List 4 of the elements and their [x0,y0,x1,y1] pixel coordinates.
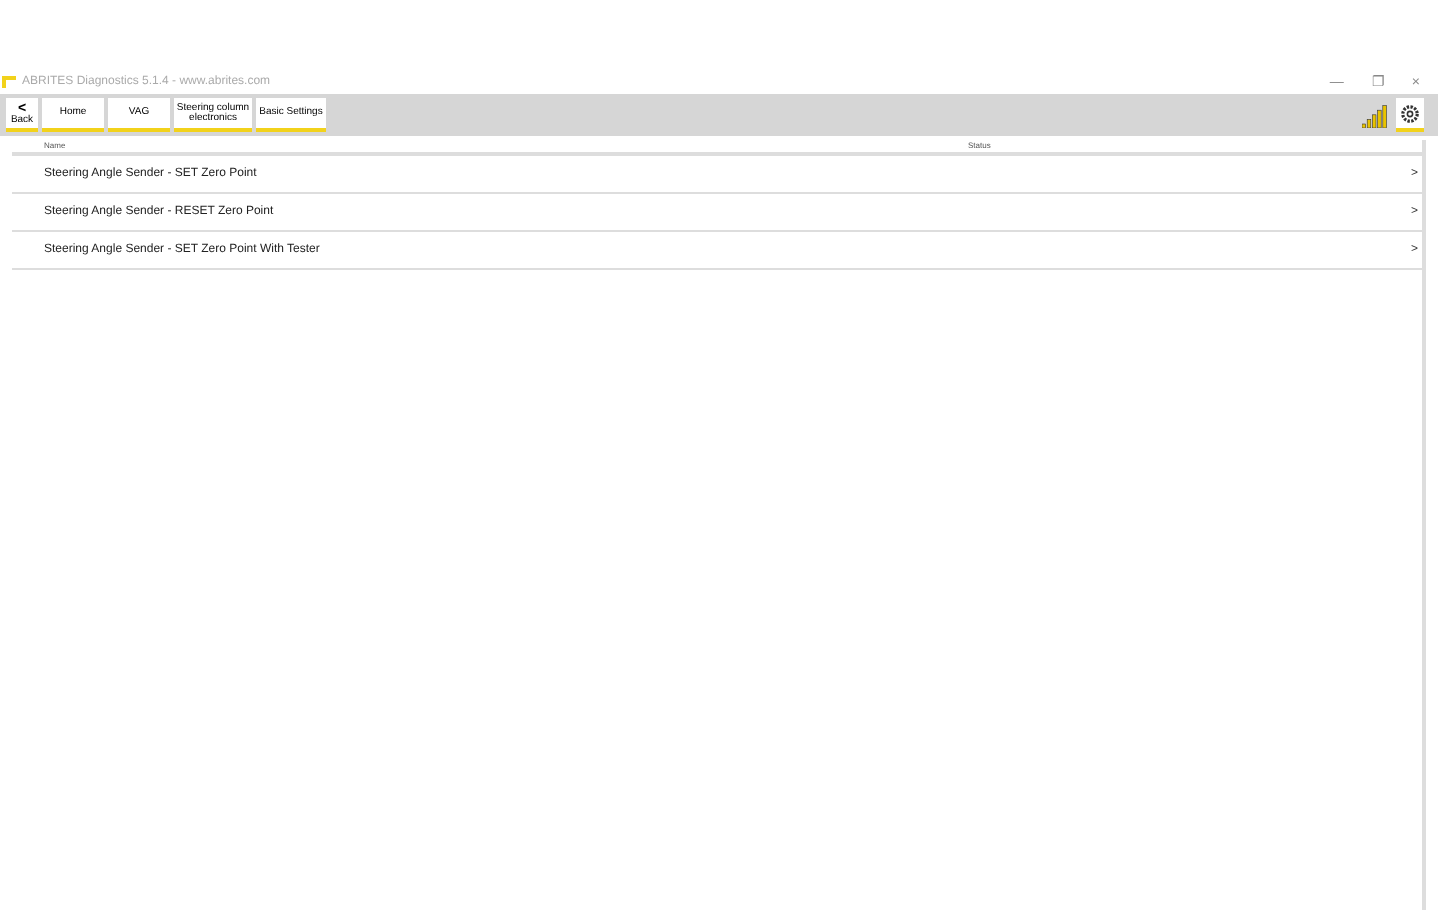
settings-icon [1400,103,1420,123]
settings-button[interactable] [1396,98,1424,132]
signal-icon [1362,103,1388,127]
app-logo-icon [2,76,16,88]
